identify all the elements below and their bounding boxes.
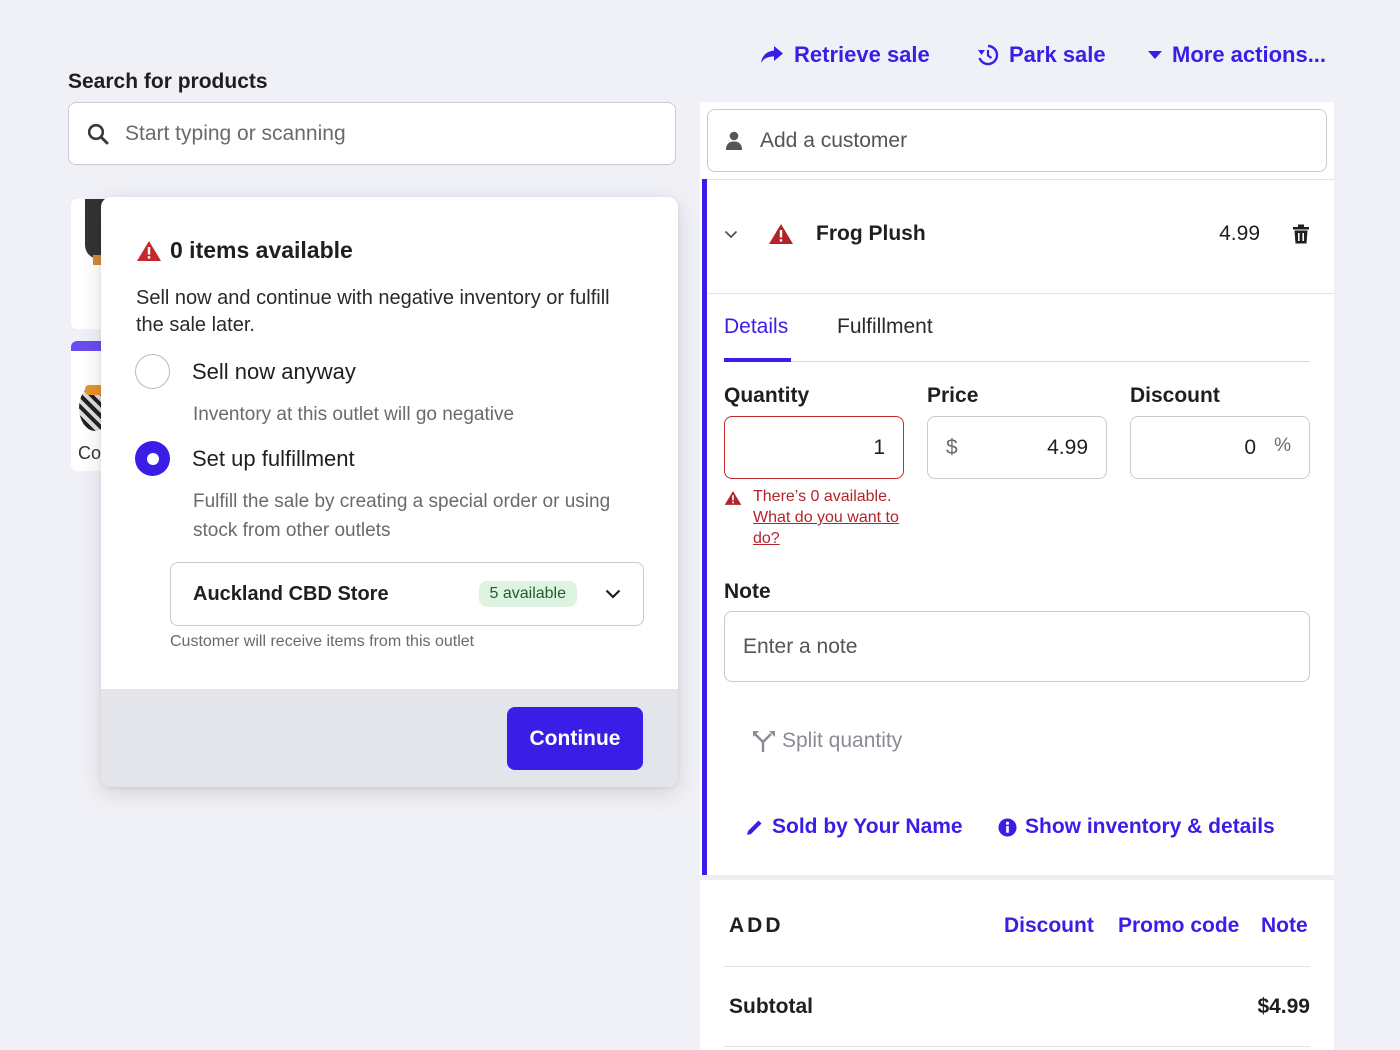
show-inventory-link[interactable]: Show inventory & details — [998, 815, 1275, 839]
trash-icon[interactable] — [1292, 224, 1310, 244]
store-select-note: Customer will receive items from this ou… — [170, 633, 475, 650]
info-icon — [998, 817, 1017, 837]
section-separator — [700, 875, 1334, 880]
customer-box — [707, 109, 1327, 172]
radio-sell-now[interactable] — [135, 354, 170, 389]
currency-symbol: $ — [946, 435, 958, 459]
what-to-do-link[interactable]: What do you want to do? — [753, 509, 899, 547]
subtotal-label: Subtotal — [729, 995, 813, 1018]
option-sell-now-sublabel: Inventory at this outlet will go negativ… — [193, 404, 515, 425]
split-quantity-button[interactable]: Split quantity — [752, 729, 902, 753]
add-note-link[interactable]: Note — [1261, 914, 1308, 938]
caret-down-icon — [1148, 51, 1162, 59]
quantity-error: There’s 0 available. What do you want to… — [753, 486, 913, 549]
option-sell-now-label: Sell now anyway — [192, 358, 356, 384]
split-quantity-label: Split quantity — [782, 729, 903, 752]
divider — [724, 966, 1310, 967]
show-inventory-label: Show inventory & details — [1025, 815, 1275, 838]
history-icon — [978, 44, 999, 66]
availability-badge: 5 available — [478, 581, 577, 607]
sold-by-label: Sold by Your Name — [772, 815, 963, 838]
option-fulfillment-label: Set up fulfillment — [192, 445, 355, 471]
note-label: Note — [724, 580, 771, 603]
popup-footer: Continue — [101, 689, 678, 787]
continue-button[interactable]: Continue — [507, 707, 643, 770]
note-input[interactable] — [743, 634, 1283, 659]
park-sale-link[interactable]: Park sale — [977, 40, 1106, 70]
line-item-row: Frog Plush 4.99 — [724, 210, 1310, 258]
retrieve-sale-label: Retrieve sale — [794, 42, 930, 67]
user-icon — [726, 131, 742, 150]
retrieve-sale-link[interactable]: Retrieve sale — [760, 40, 930, 70]
radio-fulfillment[interactable] — [135, 441, 170, 476]
fulfillment-popup: 0 items available Sell now and continue … — [101, 197, 678, 787]
price-value: 4.99 — [1047, 435, 1088, 459]
line-item-name[interactable]: Frog Plush — [816, 222, 1219, 246]
tab-active-indicator — [724, 358, 791, 362]
product-tile-label: Co — [78, 443, 102, 463]
park-sale-label: Park sale — [1009, 42, 1106, 67]
discount-label: Discount — [1130, 384, 1220, 407]
more-actions-link[interactable]: More actions... — [1148, 40, 1326, 70]
quantity-value: 1 — [873, 435, 885, 459]
tab-details[interactable]: Details — [724, 315, 788, 339]
option-fulfillment-sublabel: Fulfill the sale by creating a special o… — [193, 491, 611, 541]
divider — [707, 179, 1334, 180]
warning-icon — [137, 240, 161, 261]
search-box — [68, 102, 676, 165]
chevron-down-icon — [605, 589, 621, 599]
line-item-accent — [702, 179, 707, 875]
divider — [707, 293, 1334, 294]
discount-input[interactable]: 0 % — [1130, 416, 1310, 479]
divider — [724, 1046, 1310, 1047]
subtotal-value: $4.99 — [1257, 995, 1310, 1018]
tab-fulfillment[interactable]: Fulfillment — [837, 315, 933, 339]
price-input[interactable]: $ 4.99 — [927, 416, 1107, 479]
tab-divider — [724, 361, 1310, 362]
warning-icon — [769, 224, 793, 244]
percent-symbol: % — [1274, 434, 1291, 456]
price-label: Price — [927, 384, 979, 407]
search-input[interactable] — [125, 121, 625, 146]
quantity-label: Quantity — [724, 384, 810, 407]
add-promo-code-link[interactable]: Promo code — [1118, 914, 1239, 938]
popup-title-text: 0 items available — [170, 237, 353, 263]
discount-value: 0 — [1244, 435, 1257, 459]
share-forward-icon — [761, 46, 783, 63]
option-sell-now[interactable]: Sell now anyway — [135, 354, 356, 389]
warning-icon — [724, 491, 742, 505]
store-select-value: Auckland CBD Store — [193, 582, 389, 605]
sold-by-link[interactable]: Sold by Your Name — [746, 815, 963, 839]
line-item-price: 4.99 — [1219, 222, 1260, 245]
split-icon — [753, 731, 775, 752]
option-fulfillment[interactable]: Set up fulfillment — [135, 441, 355, 476]
chevron-down-icon[interactable] — [724, 230, 738, 239]
more-actions-label: More actions... — [1172, 42, 1327, 67]
add-discount-link[interactable]: Discount — [1004, 914, 1094, 938]
customer-input[interactable] — [760, 128, 1280, 153]
popup-title: 0 items available — [136, 237, 353, 264]
search-icon — [87, 123, 109, 144]
search-label: Search for products — [68, 70, 268, 93]
store-select[interactable]: Auckland CBD Store 5 available — [170, 562, 644, 626]
note-field — [724, 611, 1310, 682]
pencil-icon — [747, 820, 762, 835]
quantity-input[interactable]: 1 — [724, 416, 904, 479]
add-label: ADD — [729, 914, 784, 937]
quantity-error-text: There’s 0 available. — [753, 488, 892, 505]
popup-description: Sell now and continue with negative inve… — [136, 287, 610, 336]
